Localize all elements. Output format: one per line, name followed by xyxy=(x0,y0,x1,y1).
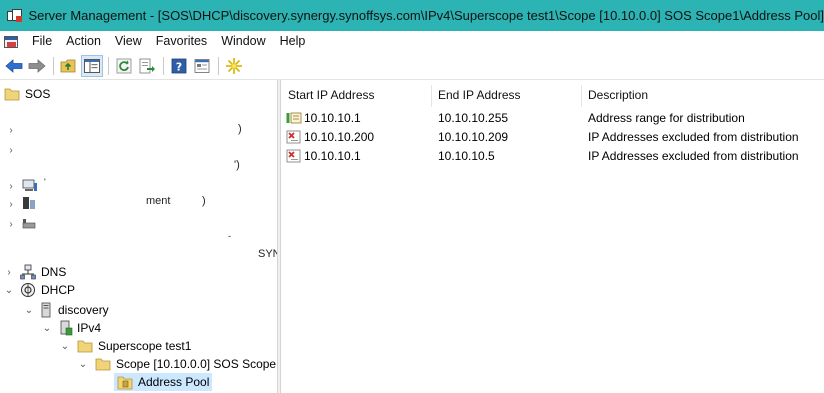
obscured-text: ) xyxy=(202,195,206,207)
range-icon xyxy=(286,112,302,123)
table-row[interactable]: 10.10.10.200 10.10.10.209 IP Addresses e… xyxy=(282,127,824,146)
cell-end-ip: 10.10.10.5 xyxy=(438,148,495,163)
result-list: Start IP Address End IP Address Descript… xyxy=(282,83,824,393)
up-folder-icon[interactable] xyxy=(58,55,80,77)
pane-splitter[interactable] xyxy=(277,80,281,393)
collapse-chevron-icon[interactable]: ⌄ xyxy=(78,359,88,370)
address-pool-icon xyxy=(117,376,133,390)
server-icon xyxy=(41,302,51,318)
menu-window[interactable]: Window xyxy=(214,31,272,52)
computer-icon xyxy=(22,179,37,191)
tree-node-dhcp[interactable]: ⌄ DHCP xyxy=(4,281,75,299)
folder-icon xyxy=(77,340,93,353)
tree-label-scope: Scope [10.10.0.0] SOS Scope1 xyxy=(116,357,277,371)
tree-node-sos[interactable]: SOS xyxy=(4,85,50,103)
obscured-text: ') xyxy=(234,159,240,171)
expand-chevron-icon[interactable]: › xyxy=(4,267,14,278)
tree-label-superscope: Superscope test1 xyxy=(98,339,192,353)
tree-node-scope[interactable]: ⌄ Scope [10.10.0.0] SOS Scope1 xyxy=(78,355,277,373)
tree-label-ipv4: IPv4 xyxy=(77,321,102,335)
svg-text:?: ? xyxy=(176,61,182,74)
expand-chevron-icon[interactable]: › xyxy=(6,145,16,156)
column-header-end-ip[interactable]: End IP Address xyxy=(432,83,582,107)
menu-view[interactable]: View xyxy=(108,31,149,52)
tree-node-ipv4[interactable]: ⌄ IPv4 xyxy=(42,319,101,337)
tree-node-address-pool[interactable]: Address Pool xyxy=(114,373,213,391)
tree-node-superscope[interactable]: ⌄ Superscope test1 xyxy=(60,337,192,355)
dhcp-icon xyxy=(21,283,35,297)
tree-label-dhcp: DHCP xyxy=(41,283,76,297)
show-hide-tree-icon[interactable] xyxy=(81,55,103,77)
obscured-text: SYN xyxy=(258,248,277,260)
dns-icon xyxy=(20,264,36,280)
services-icon xyxy=(23,197,35,209)
help-icon[interactable]: ? xyxy=(168,55,190,77)
properties-icon[interactable] xyxy=(191,55,213,77)
expand-chevron-icon[interactable]: › xyxy=(6,219,16,230)
folder-icon xyxy=(4,88,20,101)
obscured-text: ment xyxy=(146,195,171,207)
collapse-chevron-icon[interactable]: ⌄ xyxy=(4,285,14,296)
toolbar-separator xyxy=(53,57,54,75)
cell-description: IP Addresses excluded from distribution xyxy=(588,129,799,144)
tree-label-address-pool: Address Pool xyxy=(138,375,210,389)
cell-start-ip: 10.10.10.1 xyxy=(304,148,361,163)
folder-icon xyxy=(95,358,111,371)
exclusion-icon xyxy=(286,149,301,162)
tree-label-sos: SOS xyxy=(25,87,51,101)
expand-chevron-icon[interactable]: › xyxy=(6,125,16,136)
back-icon[interactable] xyxy=(3,55,25,77)
window-title: Server Management - [SOS\DHCP\discovery.… xyxy=(28,8,824,23)
tree-node-server[interactable]: ⌄ discovery xyxy=(24,301,109,319)
collapse-chevron-icon[interactable]: ⌄ xyxy=(42,323,52,334)
refresh-icon[interactable] xyxy=(113,55,135,77)
menu-favorites[interactable]: Favorites xyxy=(149,31,214,52)
console-system-menu-icon[interactable] xyxy=(4,35,20,49)
forward-icon[interactable] xyxy=(26,55,48,77)
server-manager-icon xyxy=(7,8,22,23)
menu-bar: File Action View Favorites Window Help xyxy=(0,31,824,52)
collapse-chevron-icon[interactable]: ⌄ xyxy=(60,341,70,352)
menu-file[interactable]: File xyxy=(25,31,59,52)
obscured-text: ' xyxy=(44,177,46,187)
export-list-icon[interactable] xyxy=(136,55,158,77)
column-header-start-ip[interactable]: Start IP Address xyxy=(282,83,432,107)
tree-node-dns[interactable]: › DNS xyxy=(4,263,66,281)
collapse-chevron-icon[interactable]: ⌄ xyxy=(24,305,34,316)
tree-label-server: discovery xyxy=(58,303,109,317)
toolbar-separator xyxy=(163,57,164,75)
obscured-text: ) xyxy=(238,123,242,135)
toolbar-separator xyxy=(218,57,219,75)
cell-end-ip: 10.10.10.255 xyxy=(438,110,509,125)
table-row[interactable]: 10.10.10.1 10.10.10.5 IP Addresses exclu… xyxy=(282,146,824,165)
exclusion-icon xyxy=(286,130,301,143)
expand-chevron-icon[interactable]: › xyxy=(6,199,16,210)
tree-label-dns: DNS xyxy=(41,265,67,279)
ipv4-icon xyxy=(60,320,73,336)
toolbar: ? xyxy=(0,53,824,80)
cell-description: Address range for distribution xyxy=(588,110,745,125)
title-bar: Server Management - [SOS\DHCP\discovery.… xyxy=(0,0,824,31)
menu-help[interactable]: Help xyxy=(273,31,313,52)
console-tree: SOS › ) › ') › ' › ment ) › - SYN › DNS … xyxy=(0,83,277,393)
column-header-description[interactable]: Description xyxy=(582,83,824,107)
table-row[interactable]: 10.10.10.1 10.10.10.255 Address range fo… xyxy=(282,108,824,127)
storage-icon xyxy=(22,219,36,229)
cell-end-ip: 10.10.10.209 xyxy=(438,129,509,144)
toolbar-separator xyxy=(108,57,109,75)
obscured-text: - xyxy=(228,231,231,241)
cell-start-ip: 10.10.10.200 xyxy=(304,129,375,144)
new-item-icon[interactable] xyxy=(223,55,245,77)
cell-description: IP Addresses excluded from distribution xyxy=(588,148,799,163)
cell-start-ip: 10.10.10.1 xyxy=(304,110,361,125)
menu-action[interactable]: Action xyxy=(59,31,108,52)
expand-chevron-icon[interactable]: › xyxy=(6,181,16,192)
